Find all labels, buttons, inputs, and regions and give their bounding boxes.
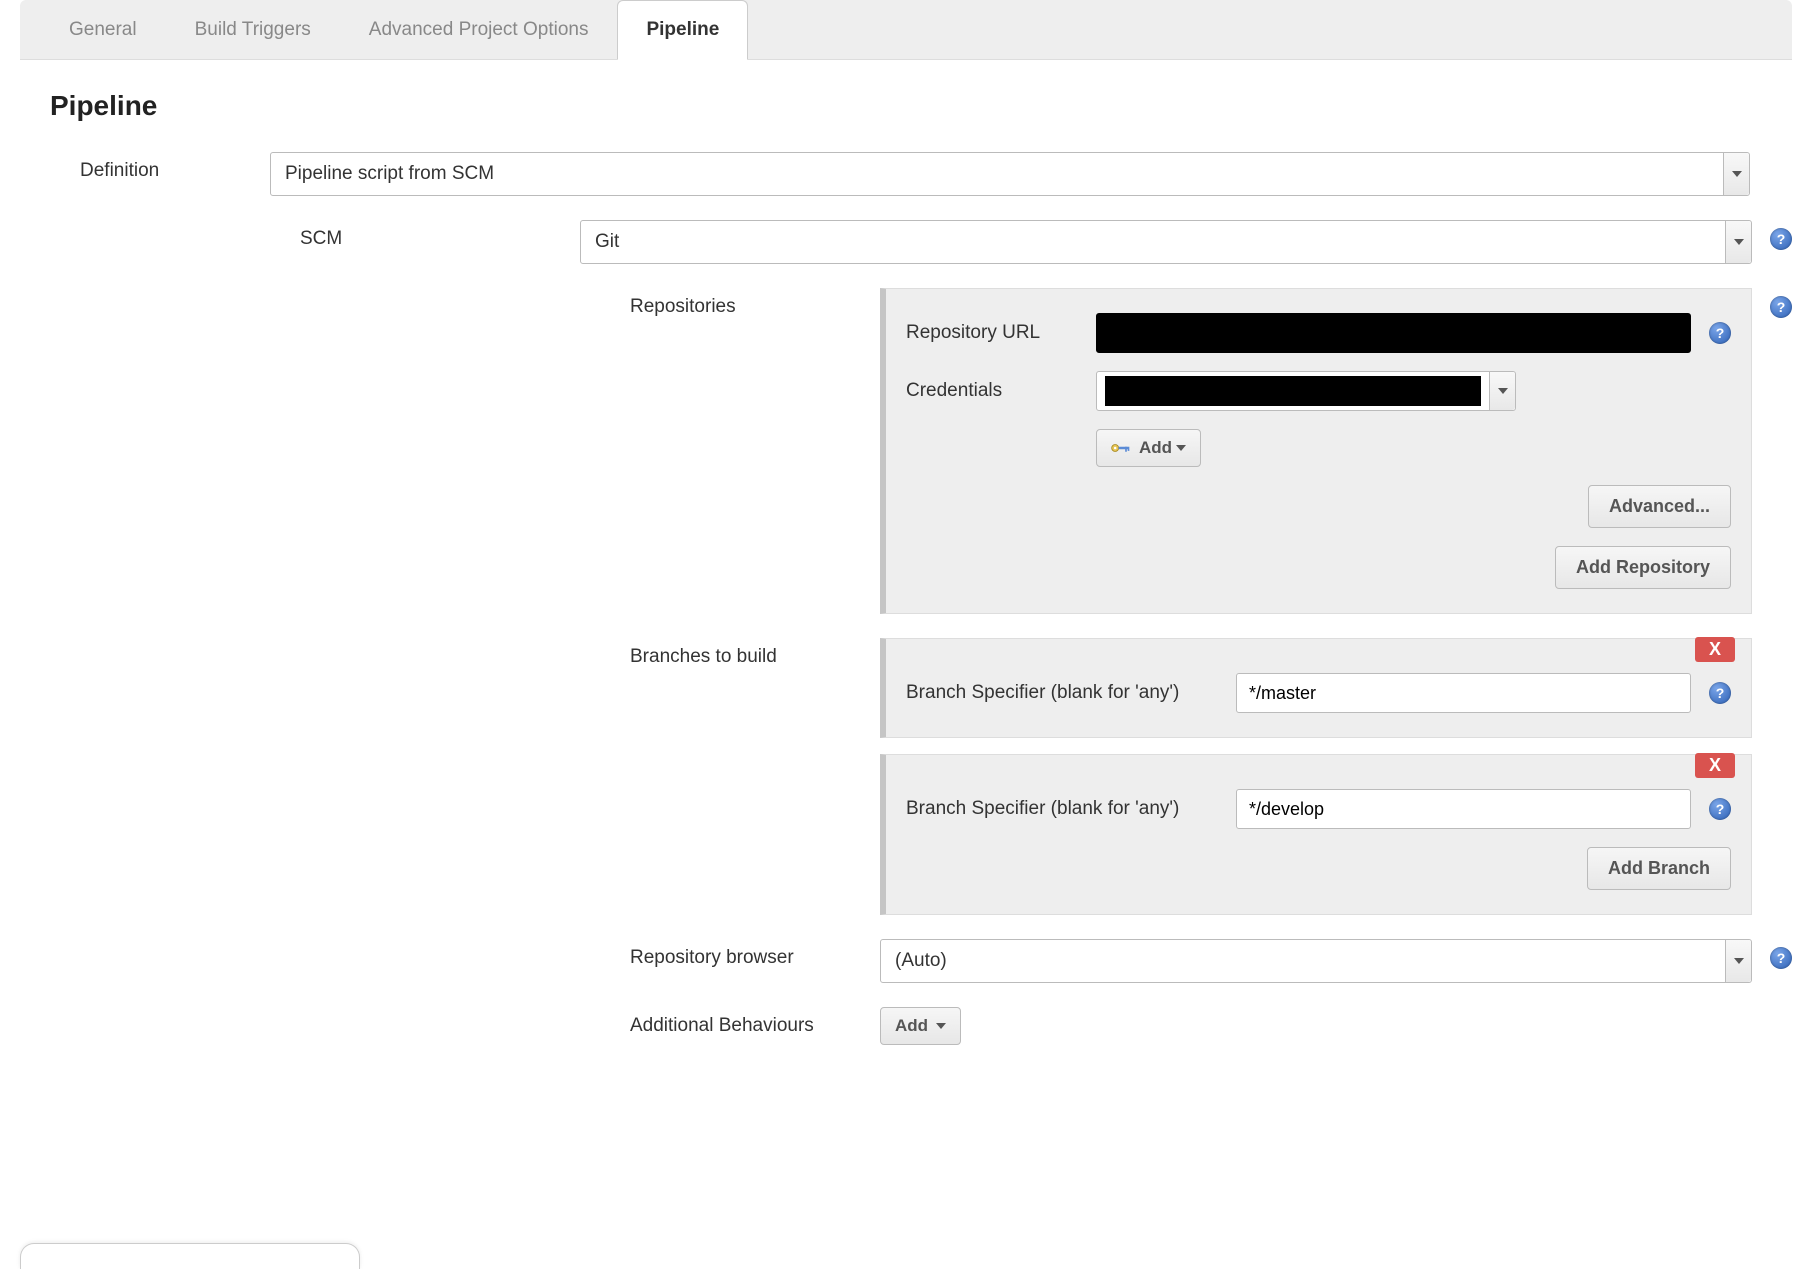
branches-label: Branches to build: [20, 638, 880, 668]
delete-branch-button[interactable]: X: [1695, 637, 1735, 662]
add-branch-button[interactable]: Add Branch: [1587, 847, 1731, 890]
tab-build-triggers[interactable]: Build Triggers: [166, 0, 340, 59]
help-icon[interactable]: ?: [1770, 947, 1792, 969]
repositories-label: Repositories: [20, 288, 880, 318]
tab-general[interactable]: General: [40, 0, 166, 59]
definition-select[interactable]: Pipeline script from SCM: [270, 152, 1750, 196]
add-repository-button[interactable]: Add Repository: [1555, 546, 1731, 589]
branch-specifier-input[interactable]: [1236, 789, 1691, 829]
definition-select-value: Pipeline script from SCM: [285, 163, 494, 185]
credentials-label: Credentials: [906, 380, 1096, 402]
help-icon[interactable]: ?: [1770, 296, 1792, 318]
help-icon[interactable]: ?: [1709, 798, 1731, 820]
scm-label: SCM: [20, 220, 580, 250]
chevron-down-icon: [1723, 153, 1749, 195]
floating-footer-tab[interactable]: [20, 1243, 360, 1269]
add-behaviour-label: Add: [895, 1016, 928, 1036]
key-icon: [1111, 441, 1131, 455]
branch-panel-1: X Branch Specifier (blank for 'any') ? A…: [880, 754, 1752, 915]
scm-select[interactable]: Git: [580, 220, 1752, 264]
advanced-button[interactable]: Advanced...: [1588, 485, 1731, 528]
repository-browser-select[interactable]: (Auto): [880, 939, 1752, 983]
delete-branch-button[interactable]: X: [1695, 753, 1735, 778]
help-icon[interactable]: ?: [1770, 228, 1792, 250]
repository-url-label: Repository URL: [906, 322, 1096, 344]
branch-panel-0: X Branch Specifier (blank for 'any') ?: [880, 638, 1752, 738]
add-credentials-label: Add: [1139, 438, 1172, 458]
branch-specifier-label: Branch Specifier (blank for 'any'): [906, 798, 1236, 820]
chevron-down-icon: [1176, 445, 1186, 451]
add-behaviour-button[interactable]: Add: [880, 1007, 961, 1045]
additional-behaviours-label: Additional Behaviours: [20, 1007, 880, 1037]
credentials-select[interactable]: [1096, 371, 1516, 411]
add-credentials-button[interactable]: Add: [1096, 429, 1201, 467]
branch-specifier-input[interactable]: [1236, 673, 1691, 713]
help-icon[interactable]: ?: [1709, 322, 1731, 344]
repositories-panel: Repository URL ? Credentials: [880, 288, 1752, 614]
definition-label: Definition: [20, 152, 270, 182]
config-tabs: General Build Triggers Advanced Project …: [20, 0, 1792, 60]
branch-specifier-label: Branch Specifier (blank for 'any'): [906, 682, 1236, 704]
tab-advanced-project-options[interactable]: Advanced Project Options: [340, 0, 618, 59]
repository-browser-value: (Auto): [895, 950, 947, 972]
repository-browser-label: Repository browser: [20, 939, 880, 969]
scm-select-value: Git: [595, 231, 619, 253]
repository-url-input[interactable]: [1096, 313, 1691, 353]
chevron-down-icon: [1725, 221, 1751, 263]
chevron-down-icon: [1725, 940, 1751, 982]
chevron-down-icon: [1489, 372, 1515, 410]
chevron-down-icon: [936, 1023, 946, 1029]
tab-pipeline[interactable]: Pipeline: [617, 0, 748, 60]
help-icon[interactable]: ?: [1709, 682, 1731, 704]
section-title-pipeline: Pipeline: [20, 60, 1792, 152]
